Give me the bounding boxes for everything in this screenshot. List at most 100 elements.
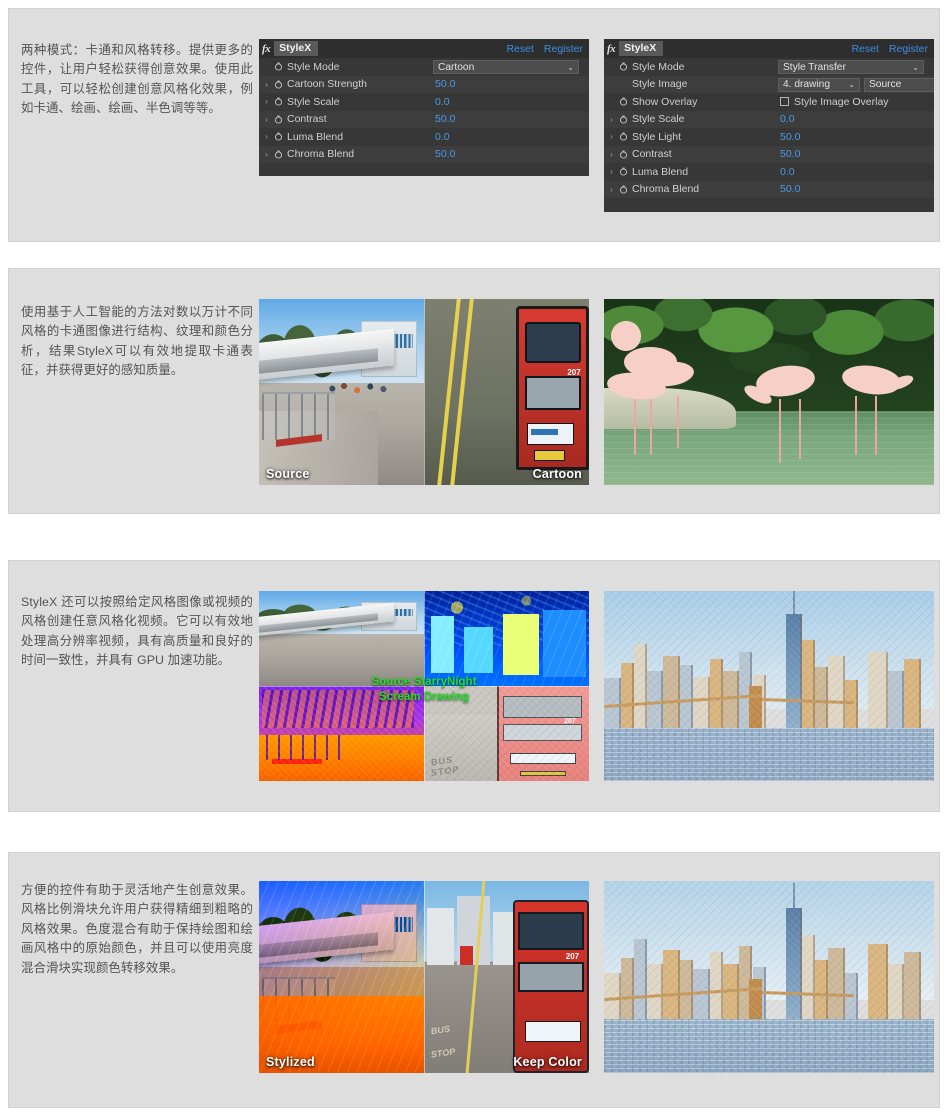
- chevron-down-icon: ⌄: [912, 62, 919, 72]
- stopwatch-icon[interactable]: [617, 115, 630, 124]
- property-label: Style Light: [632, 130, 682, 143]
- property-label: Style Scale: [287, 95, 340, 108]
- chevron-down-icon: ⌄: [932, 80, 934, 89]
- property-row-style-scale[interactable]: › Style Scale 0.0: [604, 110, 934, 128]
- reset-button[interactable]: Reset: [851, 43, 878, 55]
- quadrant-source: [259, 591, 424, 686]
- twirl-icon[interactable]: ›: [606, 128, 617, 145]
- section-ai-analysis-description: 使用基于人工智能的方法对数以万计不同风格的卡通图像进行结构、纹理和颜色分析，结果…: [21, 305, 253, 378]
- property-value[interactable]: 0.0: [435, 131, 450, 143]
- stopwatch-icon[interactable]: [617, 167, 630, 176]
- register-button[interactable]: Register: [889, 43, 928, 55]
- figure-stylized-keepcolor: 207 BUS STOP Stylized Keep Color: [259, 881, 589, 1073]
- effect-name: StyleX: [274, 41, 319, 56]
- property-row-luma-blend[interactable]: › Luma Blend 0.0: [259, 128, 589, 146]
- property-row-contrast[interactable]: › Contrast 50.0: [604, 145, 934, 163]
- overlay-label-line-2: Scream Drawing: [378, 690, 470, 703]
- stopwatch-icon[interactable]: [272, 132, 285, 141]
- twirl-icon[interactable]: ›: [261, 146, 272, 163]
- stopwatch-icon[interactable]: [617, 150, 630, 159]
- property-value[interactable]: 50.0: [780, 148, 800, 160]
- figure-overlay-labels: Source StarryNight Scream Drawing: [372, 675, 477, 705]
- checkbox-icon[interactable]: [780, 97, 789, 107]
- section-style-transfer-description: StyleX 还可以按照给定风格图像或视频的风格创建任意风格化视频。它可以有效地…: [21, 595, 253, 668]
- effect-panel-header: fx StyleX Reset Register: [604, 39, 934, 58]
- property-value[interactable]: 50.0: [780, 183, 800, 195]
- property-row-style-mode[interactable]: › Style Mode Cartoon ⌄: [259, 58, 589, 76]
- figure-nyc-sketch: [604, 881, 934, 1073]
- scene-bus-stop-source: [259, 299, 424, 485]
- twirl-icon[interactable]: ›: [606, 181, 617, 198]
- figure-caption-cartoon: Cartoon: [532, 467, 582, 481]
- property-label: Chroma Blend: [287, 148, 355, 161]
- section-modes-description: 两种模式：卡通和风格转移。提供更多的控件，让用户轻松获得创意效果。使用此工具，可…: [21, 43, 253, 116]
- scene-bus-cartoon: 207: [424, 299, 589, 485]
- property-label: Cartoon Strength: [287, 78, 367, 91]
- style-image-source-value: Source: [869, 79, 902, 90]
- property-label: Style Image: [632, 78, 688, 91]
- twirl-icon[interactable]: ›: [261, 76, 272, 93]
- property-row-style-mode[interactable]: › Style Mode Style Transfer ⌄: [604, 58, 934, 76]
- property-label: Show Overlay: [632, 95, 698, 108]
- effect-name: StyleX: [619, 41, 664, 56]
- fx-icon: fx: [607, 42, 616, 55]
- figure-style-quadrants: 207 BUS STOP Source StarryNight Scream D…: [259, 591, 589, 781]
- property-value[interactable]: 50.0: [435, 78, 455, 90]
- figure-caption-keep-color: Keep Color: [513, 1055, 582, 1069]
- property-row-chroma-blend[interactable]: › Chroma Blend 50.0: [259, 145, 589, 163]
- property-row-cartoon-strength[interactable]: › Cartoon Strength 50.0: [259, 75, 589, 93]
- stopwatch-icon[interactable]: [617, 62, 630, 71]
- figure-caption-stylized: Stylized: [266, 1055, 315, 1069]
- property-label: Luma Blend: [287, 130, 344, 143]
- property-row-style-image[interactable]: › Style Image 4. drawing ⌄ Source ⌄: [604, 75, 934, 93]
- property-label: Style Scale: [632, 113, 685, 126]
- style-mode-dropdown[interactable]: Style Transfer ⌄: [778, 60, 924, 74]
- reset-button[interactable]: Reset: [506, 43, 533, 55]
- twirl-icon[interactable]: ›: [261, 128, 272, 145]
- property-value[interactable]: 0.0: [780, 113, 795, 125]
- stopwatch-icon[interactable]: [272, 80, 285, 89]
- twirl-icon[interactable]: ›: [261, 93, 272, 110]
- figure-flamingos-cartoon: [604, 299, 934, 485]
- stopwatch-icon[interactable]: [272, 97, 285, 106]
- property-value[interactable]: 50.0: [435, 113, 455, 125]
- style-mode-dropdown[interactable]: Cartoon ⌄: [433, 60, 579, 74]
- overlay-label-line-1: Source StarryNight: [371, 675, 477, 688]
- chevron-down-icon: ⌄: [567, 62, 574, 72]
- stopwatch-icon[interactable]: [272, 115, 285, 124]
- effect-panel-header: fx StyleX Reset Register: [259, 39, 589, 58]
- register-button[interactable]: Register: [544, 43, 583, 55]
- property-row-style-scale[interactable]: › Style Scale 0.0: [259, 93, 589, 111]
- section-modes: 两种模式：卡通和风格转移。提供更多的控件，让用户轻松获得创意效果。使用此工具，可…: [8, 8, 940, 242]
- scene-nyc-skyline-sketch: [604, 881, 934, 1073]
- stopwatch-icon[interactable]: [617, 132, 630, 141]
- section-controls-description: 方便的控件有助于灵活地产生创意效果。风格比例滑块允许用户获得精细到粗略的风格效果…: [21, 883, 253, 975]
- stopwatch-icon[interactable]: [617, 185, 630, 194]
- property-value[interactable]: 0.0: [780, 166, 795, 178]
- property-row-style-light[interactable]: › Style Light 50.0: [604, 128, 934, 146]
- style-image-dropdown[interactable]: 4. drawing ⌄: [778, 77, 860, 92]
- stopwatch-icon[interactable]: [272, 62, 285, 71]
- property-row-chroma-blend[interactable]: › Chroma Blend 50.0: [604, 180, 934, 198]
- stopwatch-icon: [617, 80, 630, 89]
- twirl-icon[interactable]: ›: [261, 111, 272, 128]
- property-value[interactable]: 0.0: [435, 96, 450, 108]
- property-label: Chroma Blend: [632, 183, 700, 196]
- property-value[interactable]: 50.0: [435, 148, 455, 160]
- property-row-show-overlay[interactable]: › Show Overlay Style Image Overlay: [604, 93, 934, 111]
- style-image-overlay-checkbox-group[interactable]: Style Image Overlay: [780, 96, 889, 108]
- twirl-icon[interactable]: ›: [606, 111, 617, 128]
- scene-bus-keep-color: 207 BUS STOP: [424, 881, 589, 1073]
- style-image-source-dropdown[interactable]: Source ⌄: [864, 77, 934, 92]
- section-ai-analysis: 使用基于人工智能的方法对数以万计不同风格的卡通图像进行结构、纹理和颜色分析，结果…: [8, 268, 940, 514]
- stopwatch-icon[interactable]: [617, 97, 630, 106]
- property-row-contrast[interactable]: › Contrast 50.0: [259, 110, 589, 128]
- twirl-icon[interactable]: ›: [606, 146, 617, 163]
- figure-caption-source: Source: [266, 467, 310, 481]
- stopwatch-icon[interactable]: [272, 150, 285, 159]
- property-label: Contrast: [632, 148, 672, 161]
- property-value[interactable]: 50.0: [780, 131, 800, 143]
- chevron-down-icon: ⌄: [848, 80, 855, 89]
- property-row-luma-blend[interactable]: › Luma Blend 0.0: [604, 163, 934, 181]
- twirl-icon[interactable]: ›: [606, 163, 617, 180]
